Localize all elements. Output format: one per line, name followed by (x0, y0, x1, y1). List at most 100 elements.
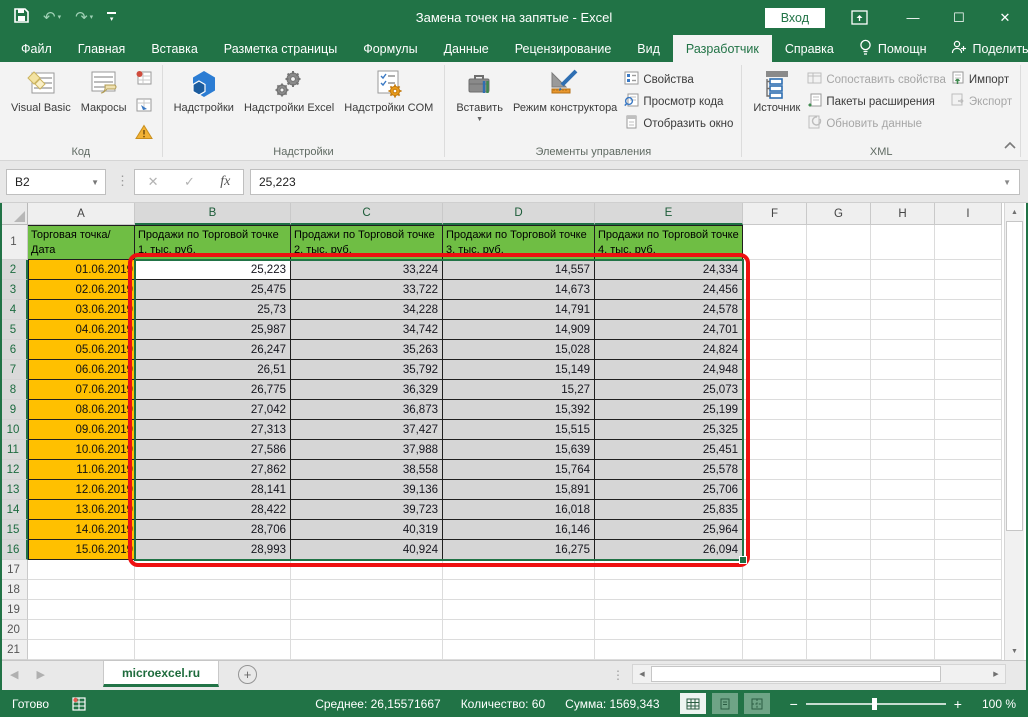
cell-A11[interactable]: 10.06.2019 (28, 440, 135, 460)
cell-D21[interactable] (443, 640, 595, 660)
cell-H3[interactable] (871, 280, 935, 300)
zoom-slider[interactable] (806, 703, 946, 705)
row-header-7[interactable]: 7 (0, 360, 28, 380)
cell-A17[interactable] (28, 560, 135, 580)
macro-record-icon[interactable] (71, 697, 87, 711)
cell-D15[interactable]: 16,146 (443, 520, 595, 540)
cell-B15[interactable]: 28,706 (135, 520, 291, 540)
cell-I12[interactable] (935, 460, 1002, 480)
cell-I20[interactable] (935, 620, 1002, 640)
cell-B11[interactable]: 27,586 (135, 440, 291, 460)
cell-A6[interactable]: 05.06.2019 (28, 340, 135, 360)
row-header-13[interactable]: 13 (0, 480, 28, 500)
cell-I5[interactable] (935, 320, 1002, 340)
cell-I13[interactable] (935, 480, 1002, 500)
cell-G16[interactable] (807, 540, 871, 560)
cell-C19[interactable] (291, 600, 443, 620)
cell-F20[interactable] (743, 620, 807, 640)
redo-button[interactable]: ↷▾ (75, 10, 93, 25)
column-header-D[interactable]: D (443, 203, 595, 225)
cell-C3[interactable]: 33,722 (291, 280, 443, 300)
cell-F10[interactable] (743, 420, 807, 440)
cell-A13[interactable]: 12.06.2019 (28, 480, 135, 500)
cell-B2[interactable]: 25,223 (135, 260, 291, 280)
cell-B18[interactable] (135, 580, 291, 600)
cell-F17[interactable] (743, 560, 807, 580)
cell-H12[interactable] (871, 460, 935, 480)
cell-D10[interactable]: 15,515 (443, 420, 595, 440)
cell-E15[interactable]: 25,964 (595, 520, 743, 540)
cell-D5[interactable]: 14,909 (443, 320, 595, 340)
row-header-12[interactable]: 12 (0, 460, 28, 480)
zoom-out-icon[interactable]: − (790, 697, 798, 711)
cell-G15[interactable] (807, 520, 871, 540)
expand-formula-bar-icon[interactable]: ▼ (1003, 178, 1011, 187)
cell-A5[interactable]: 04.06.2019 (28, 320, 135, 340)
cell-B8[interactable]: 26,775 (135, 380, 291, 400)
cell-C2[interactable]: 33,224 (291, 260, 443, 280)
cell-D6[interactable]: 15,028 (443, 340, 595, 360)
cell-I11[interactable] (935, 440, 1002, 460)
cell-I18[interactable] (935, 580, 1002, 600)
cell-H6[interactable] (871, 340, 935, 360)
cell-H19[interactable] (871, 600, 935, 620)
cell-B7[interactable]: 26,51 (135, 360, 291, 380)
cell-H13[interactable] (871, 480, 935, 500)
vscroll-down-icon[interactable]: ▼ (1005, 642, 1024, 660)
minimize-button[interactable]: — (890, 0, 936, 35)
tab-formulas[interactable]: Формулы (350, 35, 430, 62)
tab-home[interactable]: Главная (65, 35, 139, 62)
cell-A15[interactable]: 14.06.2019 (28, 520, 135, 540)
cell-F6[interactable] (743, 340, 807, 360)
cell-F7[interactable] (743, 360, 807, 380)
sign-in-button[interactable]: Вход (765, 8, 825, 28)
cell-B10[interactable]: 27,313 (135, 420, 291, 440)
close-button[interactable]: ✕ (982, 0, 1028, 35)
row-header-6[interactable]: 6 (0, 340, 28, 360)
cell-F2[interactable] (743, 260, 807, 280)
com-addins-button[interactable]: Надстройки COM (339, 65, 438, 118)
source-button[interactable]: Источник (748, 65, 805, 118)
cell-H17[interactable] (871, 560, 935, 580)
header-cell-A1[interactable]: Торговая точка/ Дата (28, 225, 135, 260)
cell-E2[interactable]: 24,334 (595, 260, 743, 280)
cell-E3[interactable]: 24,456 (595, 280, 743, 300)
cell-F21[interactable] (743, 640, 807, 660)
cell-B14[interactable]: 28,422 (135, 500, 291, 520)
cell-G21[interactable] (807, 640, 871, 660)
cell-C10[interactable]: 37,427 (291, 420, 443, 440)
row-header-8[interactable]: 8 (0, 380, 28, 400)
name-box[interactable]: B2 ▼ (6, 169, 106, 195)
cell-C20[interactable] (291, 620, 443, 640)
hscroll-thumb[interactable] (651, 666, 941, 682)
helper-entry[interactable]: Помощн (847, 35, 939, 62)
cell-D13[interactable]: 15,891 (443, 480, 595, 500)
cell-F5[interactable] (743, 320, 807, 340)
confirm-entry-icon[interactable]: ✓ (184, 174, 195, 190)
cell-B17[interactable] (135, 560, 291, 580)
cell-E8[interactable]: 25,073 (595, 380, 743, 400)
cell-E7[interactable]: 24,948 (595, 360, 743, 380)
cell-C15[interactable]: 40,319 (291, 520, 443, 540)
cell-I3[interactable] (935, 280, 1002, 300)
cell-G11[interactable] (807, 440, 871, 460)
insert-control-button[interactable]: Вставить ▼ (451, 65, 508, 126)
cell-G17[interactable] (807, 560, 871, 580)
cell-I9[interactable] (935, 400, 1002, 420)
cell-C18[interactable] (291, 580, 443, 600)
cell-H14[interactable] (871, 500, 935, 520)
cell-C11[interactable]: 37,988 (291, 440, 443, 460)
cell-H8[interactable] (871, 380, 935, 400)
cell-B4[interactable]: 25,73 (135, 300, 291, 320)
cell-A20[interactable] (28, 620, 135, 640)
cell-E11[interactable]: 25,451 (595, 440, 743, 460)
design-mode-button[interactable]: Режим конструктора (508, 65, 622, 118)
header-cell-E1[interactable]: Продажи по Торговой точке 4, тыс. руб. (595, 225, 743, 260)
cell-H20[interactable] (871, 620, 935, 640)
cell-B16[interactable]: 28,993 (135, 540, 291, 560)
column-header-B[interactable]: B (135, 203, 291, 225)
fill-handle[interactable] (739, 556, 747, 564)
cell-D12[interactable]: 15,764 (443, 460, 595, 480)
properties-button[interactable]: Свойства (624, 71, 733, 88)
vscroll-up-icon[interactable]: ▲ (1005, 203, 1024, 221)
